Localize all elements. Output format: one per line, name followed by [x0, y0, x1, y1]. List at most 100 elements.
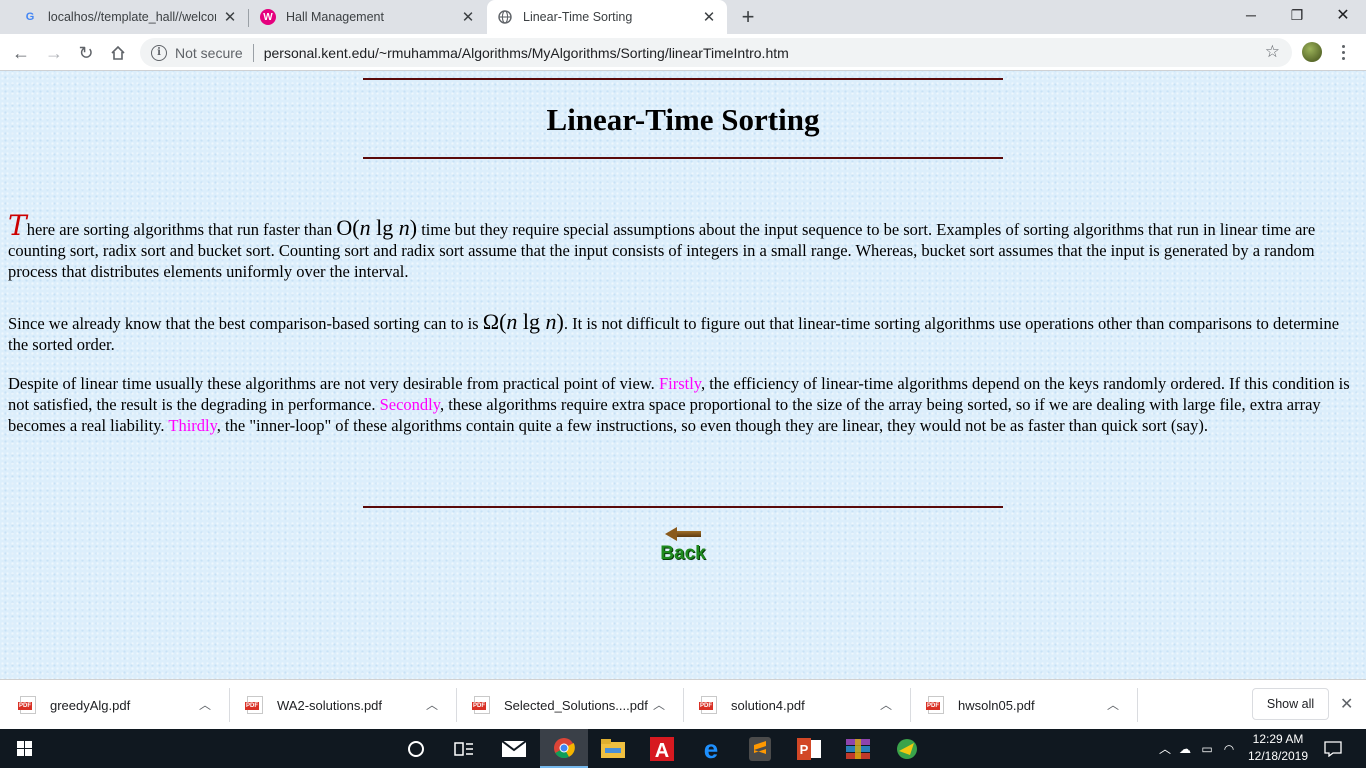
downloads-shelf: PDF greedyAlg.pdf ︿ PDF WA2-solutions.pd…	[0, 679, 1366, 729]
download-divider	[1137, 688, 1138, 722]
text-span: , the "inner-loop" of these algorithms c…	[216, 416, 1208, 435]
edge-icon[interactable]: e	[687, 729, 735, 768]
chevron-up-icon[interactable]: ︿	[1107, 696, 1119, 713]
download-filename[interactable]: Selected_Solutions....pdf	[504, 698, 654, 713]
profile-avatar[interactable]	[1302, 42, 1322, 62]
chevron-up-icon[interactable]: ︿	[653, 696, 665, 713]
download-filename[interactable]: WA2-solutions.pdf	[277, 698, 427, 713]
battery-icon[interactable]: ▭	[1196, 742, 1218, 756]
windows-logo-icon	[16, 741, 32, 756]
tab-title: Linear-Time Sorting	[523, 10, 633, 24]
globe-icon	[497, 9, 513, 25]
cortana-icon[interactable]	[392, 729, 440, 768]
pdf-file-icon: PDF	[245, 696, 263, 714]
security-label[interactable]: Not secure	[175, 45, 243, 61]
drop-cap: T	[8, 209, 27, 242]
pdf-file-icon: PDF	[926, 696, 944, 714]
minimize-icon[interactable]: ─	[1228, 0, 1274, 30]
back-arrow-icon[interactable]	[665, 527, 701, 541]
close-tab-icon[interactable]: ✕	[222, 9, 238, 26]
forward-arrow-icon[interactable]: →	[40, 39, 68, 67]
pdf-file-icon: PDF	[18, 696, 36, 714]
sublime-text-icon[interactable]	[736, 729, 784, 768]
text-span: Despite of linear time usually these alg…	[8, 374, 659, 393]
home-icon[interactable]	[104, 39, 132, 67]
browser-toolbar: ← → ↻ i Not secure personal.kent.edu/~rm…	[0, 34, 1366, 71]
download-item[interactable]: PDF WA2-solutions.pdf ︿	[227, 680, 454, 730]
wifi-icon[interactable]: ◠	[1218, 742, 1240, 756]
download-item[interactable]: PDF greedyAlg.pdf ︿	[0, 680, 227, 730]
bookmark-star-icon[interactable]: ☆	[1265, 42, 1280, 62]
chevron-up-icon[interactable]: ︿	[426, 696, 438, 713]
download-item[interactable]: PDF solution4.pdf ︿	[681, 680, 908, 730]
restore-icon[interactable]: ❐	[1274, 0, 1320, 30]
tab-linear-time-sorting[interactable]: Linear-Time Sorting ✕	[487, 0, 727, 34]
bottom-rule	[363, 506, 1003, 508]
intro-paragraph: There are sorting algorithms that run fa…	[8, 212, 1358, 282]
new-tab-icon[interactable]: +	[736, 4, 760, 29]
close-tab-icon[interactable]: ✕	[460, 9, 476, 26]
svg-text:e: e	[704, 737, 718, 761]
download-manager-icon[interactable]	[883, 729, 931, 768]
close-tab-icon[interactable]: ✕	[701, 9, 717, 26]
chevron-up-icon[interactable]: ︿	[880, 696, 892, 713]
show-all-button[interactable]: Show all	[1252, 688, 1329, 720]
onedrive-icon[interactable]: ☁	[1174, 742, 1196, 756]
title-rule	[363, 157, 1003, 159]
tab-hall-management[interactable]: W Hall Management ✕	[250, 0, 486, 34]
reload-icon[interactable]: ↻	[72, 39, 100, 67]
start-button[interactable]	[0, 729, 48, 768]
tab-title: localhos//template_hall//welcom	[48, 10, 216, 24]
back-link[interactable]: Back	[655, 527, 711, 573]
pdf-file-icon: PDF	[699, 696, 717, 714]
svg-text:A: A	[655, 740, 669, 761]
url-text[interactable]: personal.kent.edu/~rmuhamma/Algorithms/M…	[264, 45, 789, 61]
address-bar[interactable]: i Not secure personal.kent.edu/~rmuhamma…	[140, 38, 1292, 67]
tab-title: Hall Management	[286, 10, 384, 24]
page-title: Linear-Time Sorting	[546, 102, 820, 137]
download-filename[interactable]: hwsoln05.pdf	[958, 698, 1108, 713]
close-window-icon[interactable]: ✕	[1320, 0, 1366, 30]
omega-expression: Ω(n lg n)	[482, 309, 564, 334]
firstly-highlight: Firstly	[658, 374, 701, 393]
mail-icon[interactable]	[490, 729, 538, 768]
acrobat-icon[interactable]: A	[638, 729, 686, 768]
chevron-up-icon[interactable]: ︿	[199, 696, 211, 713]
task-view-icon[interactable]	[440, 729, 488, 768]
tab-strip: G localhos//template_hall//welcom ✕ W Ha…	[0, 0, 1366, 34]
page-viewport: Linear-Time Sorting There are sorting al…	[0, 71, 1366, 679]
comparison-paragraph: Since we already know that the best comp…	[8, 311, 1358, 355]
chevron-up-icon[interactable]: ︿	[1156, 740, 1174, 757]
file-explorer-icon[interactable]	[589, 729, 637, 768]
clock-time: 12:29 AM	[1252, 732, 1304, 746]
download-filename[interactable]: solution4.pdf	[731, 698, 881, 713]
text-span: here are sorting algorithms that run fas…	[26, 220, 337, 239]
windows-taskbar: A e P ︿ ☁ ▭ ◠ 12:29 AM 12/18/2019	[0, 729, 1366, 768]
omnibox-divider	[252, 43, 254, 62]
google-icon: G	[25, 11, 35, 23]
drawbacks-paragraph: Despite of linear time usually these alg…	[8, 373, 1358, 436]
system-tray: ︿ ☁ ▭ ◠	[1156, 729, 1240, 768]
info-icon[interactable]: i	[151, 44, 167, 61]
close-shelf-icon[interactable]: ✕	[1340, 694, 1353, 714]
pdf-file-icon: PDF	[472, 696, 490, 714]
tab-divider	[248, 9, 249, 27]
tab-localhost[interactable]: G localhos//template_hall//welcom ✕	[12, 0, 248, 34]
big-o-expression: O(n lg n)	[336, 215, 418, 240]
thirdly-highlight: Thirdly	[168, 416, 217, 435]
menu-icon[interactable]	[1336, 40, 1350, 64]
top-rule	[363, 78, 1003, 80]
download-item[interactable]: PDF hwsoln05.pdf ︿	[908, 680, 1135, 730]
back-label[interactable]: Back	[655, 543, 711, 565]
back-arrow-icon[interactable]: ←	[7, 39, 35, 67]
download-item[interactable]: PDF Selected_Solutions....pdf ︿	[454, 680, 681, 730]
taskbar-clock[interactable]: 12:29 AM 12/18/2019	[1240, 731, 1316, 765]
text-span: Since we already know that the best comp…	[8, 314, 483, 333]
download-filename[interactable]: greedyAlg.pdf	[50, 698, 200, 713]
clock-date: 12/18/2019	[1247, 749, 1309, 763]
notifications-icon[interactable]	[1322, 729, 1344, 768]
winrar-icon[interactable]	[834, 729, 882, 768]
powerpoint-icon[interactable]: P	[785, 729, 833, 768]
chrome-icon[interactable]	[540, 729, 588, 768]
svg-text:P: P	[800, 742, 809, 757]
